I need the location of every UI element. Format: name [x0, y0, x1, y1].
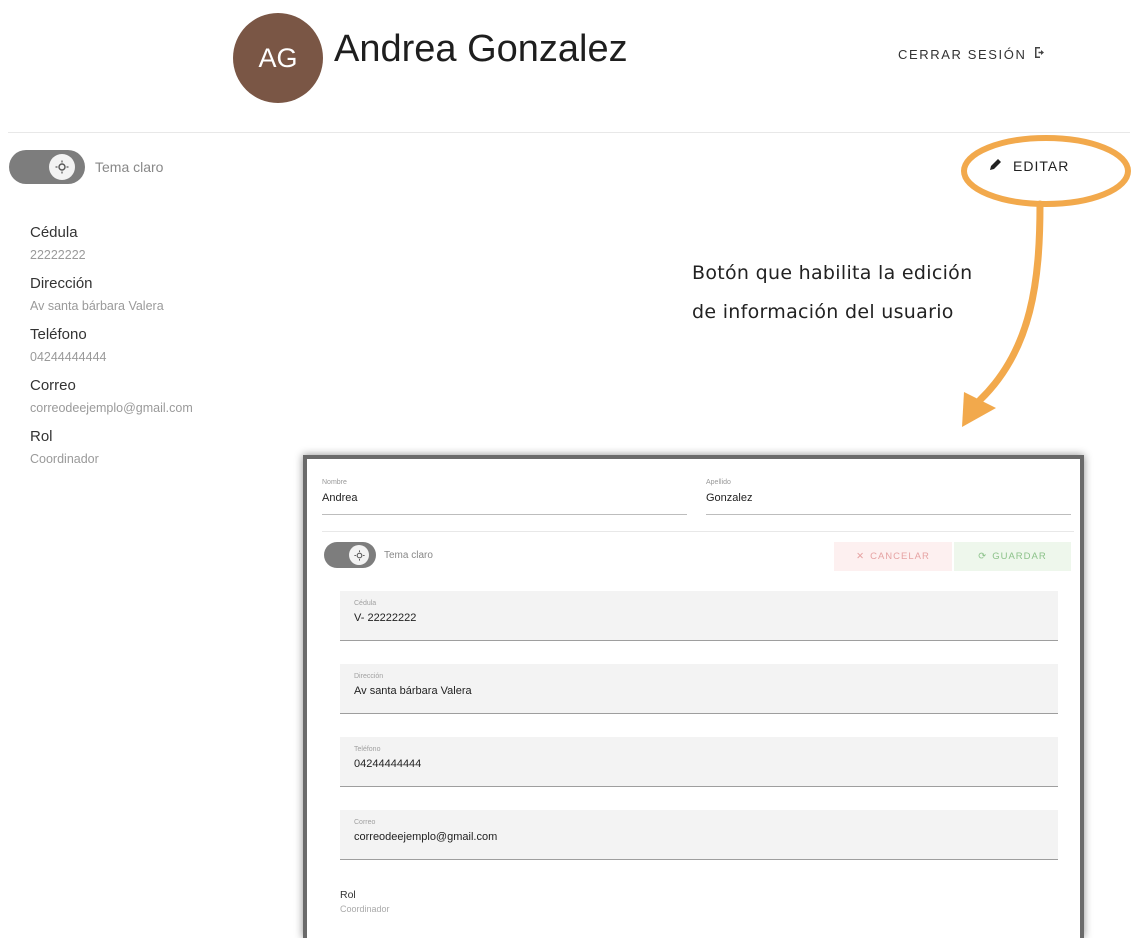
edit-label: EDITAR: [1013, 157, 1070, 174]
correo-field[interactable]: Correo correodeejemplo@gmail.com: [340, 810, 1058, 860]
info-label: Cédula: [30, 224, 78, 241]
field-label: Cédula: [354, 600, 377, 607]
cedula-field[interactable]: Cédula V- 22222222: [340, 591, 1058, 641]
info-value: 22222222: [30, 248, 86, 262]
field-value[interactable]: V- 22222222: [354, 612, 1058, 624]
field-value[interactable]: correodeejemplo@gmail.com: [354, 831, 1058, 843]
edit-button[interactable]: EDITAR: [989, 157, 1069, 174]
info-label: Dirección: [30, 275, 93, 292]
pencil-icon: [989, 157, 1003, 174]
rol-value: Coordinador: [340, 904, 390, 914]
annotation-text: Botón que habilita la edición de informa…: [692, 254, 972, 332]
info-label: Teléfono: [30, 326, 87, 343]
info-item: Correo correodeejemplo@gmail.com: [30, 375, 193, 417]
form-divider: [322, 531, 1074, 532]
theme-toggle-switch[interactable]: [324, 542, 376, 568]
save-button[interactable]: ⟳ GUARDAR: [954, 542, 1071, 571]
rol-label: Rol: [340, 889, 356, 901]
info-item: Dirección Av santa bárbara Valera: [30, 273, 193, 315]
profile-info: Cédula 22222222 Dirección Av santa bárba…: [30, 222, 193, 477]
edit-form-panel: Nombre Andrea Apellido Gonzalez Tema cla…: [303, 455, 1084, 938]
annotation-line: Botón que habilita la edición: [692, 262, 973, 284]
field-label: Dirección: [354, 673, 384, 680]
direccion-field[interactable]: Dirección Av santa bárbara Valera: [340, 664, 1058, 714]
sun-icon: [349, 545, 369, 565]
info-item: Teléfono 04244444444: [30, 324, 193, 366]
annotation-line: de información del usuario: [692, 301, 954, 323]
save-icon: ⟳: [978, 551, 988, 562]
rol-display: Rol Coordinador: [340, 889, 390, 914]
telefono-field[interactable]: Teléfono 04244444444: [340, 737, 1058, 787]
field-value[interactable]: Gonzalez: [706, 492, 1071, 504]
info-item: Rol Coordinador: [30, 426, 193, 468]
theme-toggle[interactable]: Tema claro: [9, 150, 163, 184]
info-value: Coordinador: [30, 452, 99, 466]
first-name-field[interactable]: Nombre Andrea: [322, 479, 687, 515]
close-icon: ✕: [856, 551, 866, 562]
annotation-arrow-line: [976, 200, 1044, 404]
field-value[interactable]: Andrea: [322, 492, 687, 504]
field-label: Teléfono: [354, 746, 381, 753]
info-item: Cédula 22222222: [30, 222, 193, 264]
field-value[interactable]: Av santa bárbara Valera: [354, 685, 1058, 697]
info-label: Correo: [30, 377, 76, 394]
field-value[interactable]: 04244444444: [354, 758, 1058, 770]
theme-toggle-switch[interactable]: [9, 150, 85, 184]
avatar: AG: [233, 13, 323, 103]
cancel-button[interactable]: ✕ CANCELAR: [834, 542, 952, 571]
field-label: Nombre: [322, 479, 347, 486]
sun-icon: [49, 154, 75, 180]
theme-toggle[interactable]: Tema claro: [324, 542, 433, 568]
info-value: correodeejemplo@gmail.com: [30, 401, 193, 415]
user-name: Andrea Gonzalez: [334, 28, 628, 70]
save-label: GUARDAR: [992, 551, 1047, 562]
cancel-label: CANCELAR: [870, 551, 930, 562]
info-label: Rol: [30, 428, 53, 445]
header-divider: [8, 132, 1130, 133]
field-label: Apellido: [706, 479, 731, 486]
field-label: Correo: [354, 819, 376, 826]
info-value: 04244444444: [30, 350, 107, 364]
theme-toggle-label: Tema claro: [384, 549, 433, 561]
logout-icon: [1034, 46, 1047, 62]
logout-label: CERRAR SESIÓN: [898, 46, 1027, 62]
info-value: Av santa bárbara Valera: [30, 299, 164, 313]
last-name-field[interactable]: Apellido Gonzalez: [706, 479, 1071, 515]
arrow-head-icon: [962, 392, 996, 427]
logout-button[interactable]: CERRAR SESIÓN: [898, 46, 1047, 62]
theme-toggle-label: Tema claro: [95, 159, 164, 175]
